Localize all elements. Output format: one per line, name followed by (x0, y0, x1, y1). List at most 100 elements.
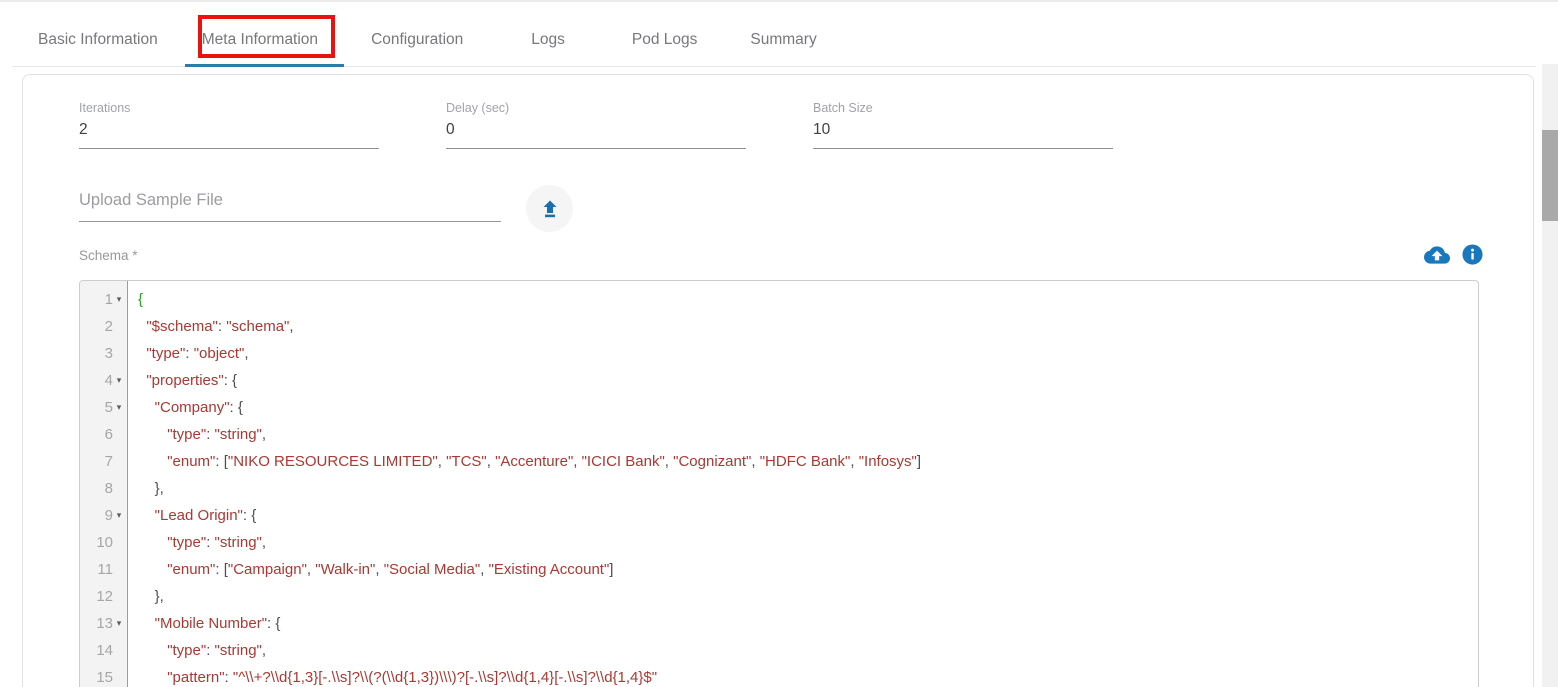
line-gutter: 9▾ (80, 502, 128, 529)
tab-label: Configuration (371, 31, 463, 48)
code-token (138, 426, 167, 443)
code-token: }, (138, 480, 164, 497)
code-token: "TCS" (446, 453, 487, 470)
tab-logs[interactable]: Logs (531, 30, 565, 50)
field-input-delay-sec[interactable] (446, 118, 746, 149)
schema-editor[interactable]: 1▾{2 "$schema": "schema",3 "type": "obje… (79, 280, 1479, 687)
line-gutter: 12 (80, 583, 128, 610)
code-token: : (225, 669, 233, 686)
line-number: 12 (96, 583, 113, 610)
code-token: : [ (215, 453, 228, 470)
upload-file-button[interactable] (526, 185, 573, 232)
code-text: "Lead Origin": { (128, 502, 256, 529)
code-token: "Campaign" (228, 561, 307, 578)
code-text: "type": "object", (128, 340, 249, 367)
line-number: 8 (105, 475, 113, 502)
field-label: Delay (sec) (446, 101, 746, 115)
code-text: { (128, 286, 143, 313)
fold-toggle-icon[interactable]: ▾ (113, 286, 125, 313)
code-line: 13▾ "Mobile Number": { (80, 610, 1478, 637)
code-token: , (375, 561, 383, 578)
code-token: , (262, 534, 266, 551)
code-text: "enum": ["NIKO RESOURCES LIMITED", "TCS"… (128, 448, 921, 475)
tab-basic-information[interactable]: Basic Information (38, 30, 158, 50)
code-line: 14 "type": "string", (80, 637, 1478, 664)
field-input-iterations[interactable] (79, 118, 379, 149)
code-token: "Walk-in" (315, 561, 375, 578)
code-text: "Company": { (128, 394, 243, 421)
tab-meta-information[interactable]: Meta Information (202, 30, 318, 50)
code-text: "type": "string", (128, 637, 266, 664)
fold-toggle-icon[interactable]: ▾ (113, 610, 125, 637)
code-line: 2 "$schema": "schema", (80, 313, 1478, 340)
code-text: "pattern": "^\\+?\\d{1,3}[-.\\s]?\\(?(\\… (128, 664, 657, 687)
field-delay-sec: Delay (sec) (446, 101, 746, 149)
code-token: , (480, 561, 488, 578)
code-line: 6 "type": "string", (80, 421, 1478, 448)
code-token: "Mobile Number" (155, 615, 267, 632)
code-token: "pattern" (167, 669, 224, 686)
field-input-batch-size[interactable] (813, 118, 1113, 149)
schema-label: Schema * (79, 248, 138, 263)
code-token: , (262, 642, 266, 659)
code-line: 10 "type": "string", (80, 529, 1478, 556)
meta-information-panel: IterationsDelay (sec)Batch Size Schema * (22, 74, 1534, 687)
line-number: 11 (97, 556, 113, 583)
tab-pod-logs[interactable]: Pod Logs (632, 30, 698, 50)
page-scrollbar[interactable] (1542, 64, 1558, 687)
code-line: 4▾ "properties": { (80, 367, 1478, 394)
tab-summary[interactable]: Summary (750, 30, 816, 50)
code-token: "$schema" (146, 318, 218, 335)
code-text: "properties": { (128, 367, 237, 394)
tab-configuration[interactable]: Configuration (371, 30, 463, 50)
code-text: }, (128, 583, 164, 610)
line-number: 9 (105, 502, 113, 529)
code-token (138, 642, 167, 659)
tab-label: Logs (531, 31, 565, 48)
tab-label: Basic Information (38, 31, 158, 48)
fold-toggle-icon[interactable]: ▾ (113, 502, 125, 529)
code-text: "type": "string", (128, 421, 266, 448)
code-token: , (289, 318, 293, 335)
line-number: 7 (105, 448, 113, 475)
active-tab-underline (185, 64, 344, 67)
schema-upload-button[interactable] (1424, 242, 1449, 267)
code-text: "enum": ["Campaign", "Walk-in", "Social … (128, 556, 613, 583)
line-gutter: 2 (80, 313, 128, 340)
code-token: "Lead Origin" (155, 507, 243, 524)
code-token: : { (230, 399, 243, 416)
fold-toggle-icon[interactable]: ▾ (113, 367, 125, 394)
code-token (138, 561, 167, 578)
code-token: "type" (167, 426, 206, 443)
line-number: 15 (96, 664, 113, 687)
code-text: "Mobile Number": { (128, 610, 280, 637)
page-scrollbar-thumb[interactable] (1542, 130, 1558, 221)
code-text: "$schema": "schema", (128, 313, 294, 340)
line-number: 13 (96, 610, 113, 637)
code-token: "string" (215, 426, 262, 443)
code-line: 5▾ "Company": { (80, 394, 1478, 421)
tab-label: Summary (750, 31, 816, 48)
editor-body: 1▾{2 "$schema": "schema",3 "type": "obje… (80, 281, 1478, 687)
upload-icon (538, 197, 562, 221)
code-token: , (751, 453, 759, 470)
code-token: , (850, 453, 858, 470)
code-token: "properties" (146, 372, 223, 389)
code-token: : { (267, 615, 280, 632)
code-token: "enum" (167, 453, 215, 470)
line-gutter: 13▾ (80, 610, 128, 637)
meta-information-page: Basic Information Meta Information Configu… (0, 0, 1558, 687)
code-token: "Infosys" (859, 453, 917, 470)
line-number: 4 (105, 367, 113, 394)
line-number: 5 (105, 394, 113, 421)
code-token: : { (224, 372, 237, 389)
tab-bar: Basic Information Meta Information Configu… (12, 2, 1536, 67)
upload-sample-file-input[interactable] (79, 187, 501, 222)
line-number: 2 (105, 313, 113, 340)
code-token: "ICICI Bank" (582, 453, 665, 470)
field-label: Batch Size (813, 101, 1113, 115)
line-number: 1 (105, 286, 113, 313)
code-line: 12 }, (80, 583, 1478, 610)
fold-toggle-icon[interactable]: ▾ (113, 394, 125, 421)
schema-info-button[interactable] (1460, 242, 1485, 267)
